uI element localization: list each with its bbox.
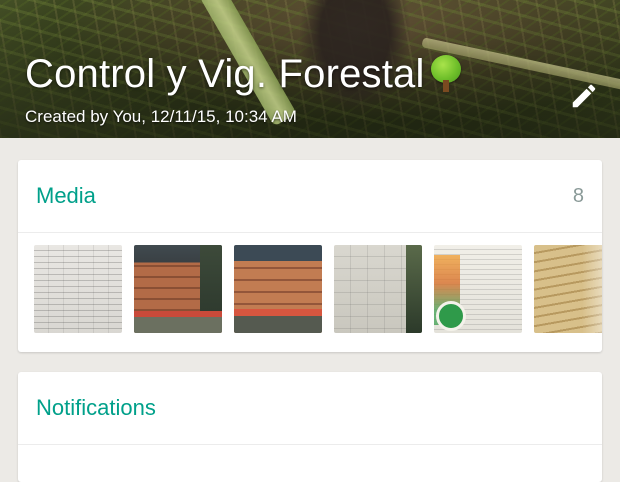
media-thumbnail-truck[interactable] [134, 245, 222, 333]
media-title: Media [36, 183, 96, 208]
group-created-info: Created by You, 12/11/15, 10:34 AM [25, 107, 297, 126]
media-thumbnail-truck[interactable] [234, 245, 322, 333]
media-thumbnail-form[interactable] [334, 245, 422, 333]
notifications-card: Notifications [18, 372, 602, 482]
media-thumbnail-document[interactable] [34, 245, 122, 333]
pencil-icon [572, 84, 596, 108]
media-thumbnail-poster[interactable] [434, 245, 522, 333]
media-count: 8 [572, 184, 584, 207]
notifications-title: Notifications [36, 395, 156, 420]
edit-group-button[interactable] [566, 78, 602, 114]
media-thumbnail-wood[interactable] [534, 245, 602, 333]
group-title-row: Control y Vig. Forestal [25, 52, 463, 97]
media-header[interactable]: Media 8 [18, 160, 602, 233]
group-title: Control y Vig. Forestal [25, 52, 425, 96]
media-thumbnails [18, 233, 602, 333]
notifications-header[interactable]: Notifications [18, 372, 602, 445]
tree-icon [429, 53, 463, 93]
media-card: Media 8 [18, 160, 602, 352]
group-header: Control y Vig. Forestal Created by You, … [0, 0, 620, 138]
